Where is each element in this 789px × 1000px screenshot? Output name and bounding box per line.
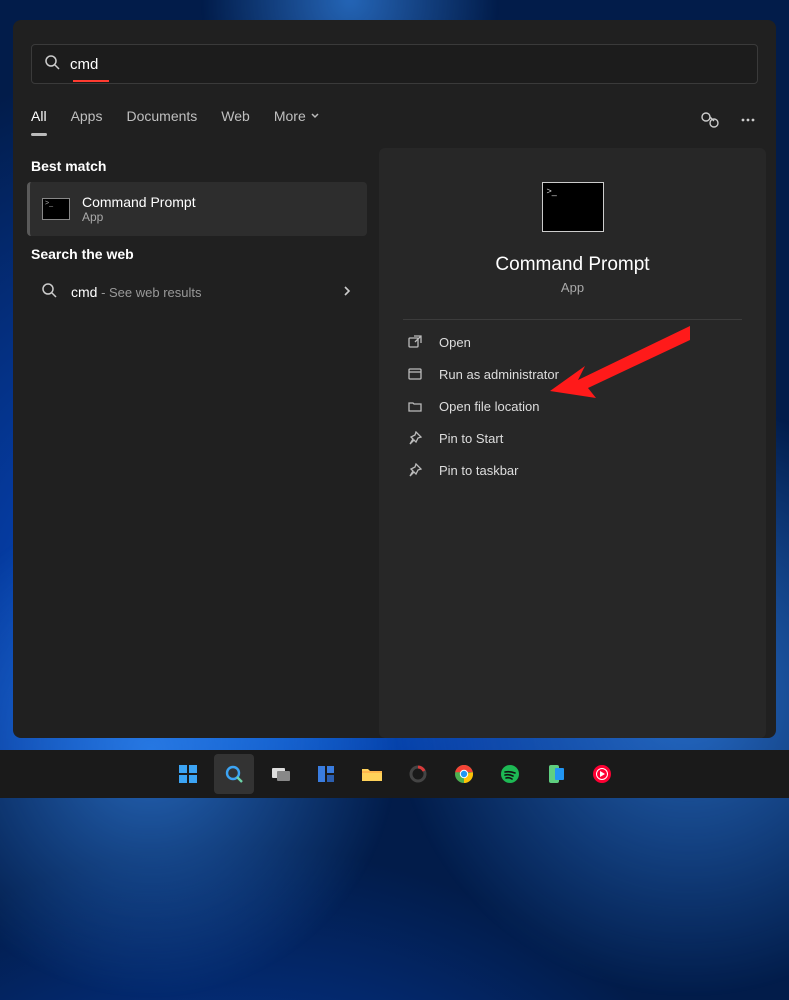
web-search-row[interactable]: cmd - See web results bbox=[27, 270, 367, 315]
tab-more-label: More bbox=[274, 108, 306, 124]
search-settings-icon[interactable] bbox=[700, 110, 720, 130]
action-pin-start[interactable]: Pin to Start bbox=[403, 422, 742, 454]
result-title: Command Prompt bbox=[82, 194, 196, 210]
taskbar bbox=[0, 750, 789, 798]
taskbar-widgets[interactable] bbox=[306, 754, 346, 794]
tab-web[interactable]: Web bbox=[221, 108, 250, 132]
chevron-right-icon bbox=[341, 284, 353, 302]
best-match-result[interactable]: Command Prompt App bbox=[27, 182, 367, 236]
search-input[interactable] bbox=[70, 56, 745, 73]
action-label: Run as administrator bbox=[439, 367, 559, 382]
action-label: Pin to taskbar bbox=[439, 463, 519, 478]
taskbar-search[interactable] bbox=[214, 754, 254, 794]
taskbar-explorer[interactable] bbox=[352, 754, 392, 794]
open-icon bbox=[407, 334, 423, 350]
web-hint: - See web results bbox=[97, 285, 201, 300]
chevron-down-icon bbox=[310, 108, 320, 124]
action-label: Open file location bbox=[439, 399, 539, 414]
detail-title: Command Prompt bbox=[403, 254, 742, 276]
search-icon bbox=[41, 282, 57, 303]
action-label: Pin to Start bbox=[439, 431, 503, 446]
pin-icon bbox=[407, 430, 423, 446]
web-heading: Search the web bbox=[31, 246, 363, 262]
details-pane: Command Prompt App Open Run as administr… bbox=[379, 148, 766, 738]
results-column: Best match Command Prompt App Search the… bbox=[23, 148, 371, 738]
search-box[interactable] bbox=[31, 44, 758, 84]
action-open-location[interactable]: Open file location bbox=[403, 390, 742, 422]
action-run-admin[interactable]: Run as administrator bbox=[403, 358, 742, 390]
tab-documents[interactable]: Documents bbox=[126, 108, 197, 132]
pin-icon bbox=[407, 462, 423, 478]
taskbar-taskview[interactable] bbox=[260, 754, 300, 794]
start-search-panel: All Apps Documents Web More bbox=[13, 20, 776, 738]
filter-tabs-row: All Apps Documents Web More bbox=[31, 102, 758, 138]
taskbar-chrome[interactable] bbox=[444, 754, 484, 794]
folder-icon bbox=[407, 398, 423, 414]
taskbar-youtube-music[interactable] bbox=[582, 754, 622, 794]
taskbar-phone[interactable] bbox=[536, 754, 576, 794]
command-prompt-icon bbox=[403, 182, 742, 232]
action-open[interactable]: Open bbox=[403, 326, 742, 358]
result-subtitle: App bbox=[82, 210, 196, 224]
shield-icon bbox=[407, 366, 423, 382]
taskbar-app-ring[interactable] bbox=[398, 754, 438, 794]
taskbar-spotify[interactable] bbox=[490, 754, 530, 794]
detail-subtitle: App bbox=[403, 280, 742, 295]
best-match-heading: Best match bbox=[31, 158, 363, 174]
action-pin-taskbar[interactable]: Pin to taskbar bbox=[403, 454, 742, 486]
divider bbox=[403, 319, 742, 320]
spellcheck-underline bbox=[73, 80, 109, 82]
taskbar-start[interactable] bbox=[168, 754, 208, 794]
search-icon bbox=[44, 54, 60, 75]
tab-more[interactable]: More bbox=[274, 108, 320, 132]
tab-apps[interactable]: Apps bbox=[71, 108, 103, 132]
command-prompt-icon bbox=[42, 198, 70, 220]
action-label: Open bbox=[439, 335, 471, 350]
tab-all[interactable]: All bbox=[31, 108, 47, 132]
web-query: cmd bbox=[71, 284, 97, 300]
more-options-icon[interactable] bbox=[738, 110, 758, 130]
